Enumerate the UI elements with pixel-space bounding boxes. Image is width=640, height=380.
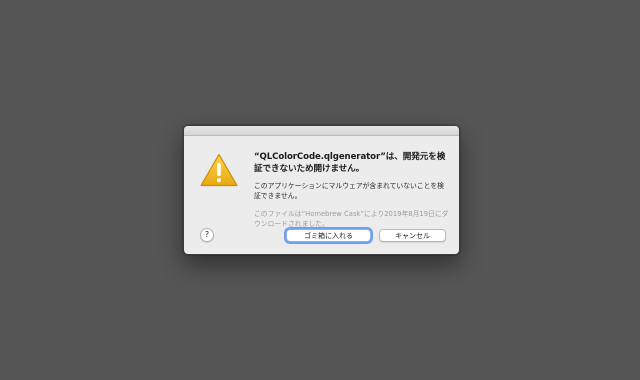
help-button[interactable]: ? [200, 228, 214, 242]
alert-dialog: “QLColorCode.qlgenerator”は、開発元を検証できないため開… [183, 125, 460, 255]
dialog-download-note: このファイルは“Homebrew Cask”により2019年8月19日にダウンロ… [254, 210, 449, 228]
move-to-trash-button[interactable]: ゴミ箱に入れる [286, 229, 371, 242]
warning-triangle-icon [200, 153, 238, 187]
dialog-message: このアプリケーションにマルウェアが含まれていないことを検証できません。 [254, 182, 444, 200]
cancel-button[interactable]: キャンセル [379, 229, 446, 242]
dialog-content: “QLColorCode.qlgenerator”は、開発元を検証できないため開… [254, 151, 449, 229]
dialog-headline: “QLColorCode.qlgenerator”は、開発元を検証できないため開… [254, 152, 446, 174]
dialog-titlebar[interactable] [184, 126, 459, 136]
